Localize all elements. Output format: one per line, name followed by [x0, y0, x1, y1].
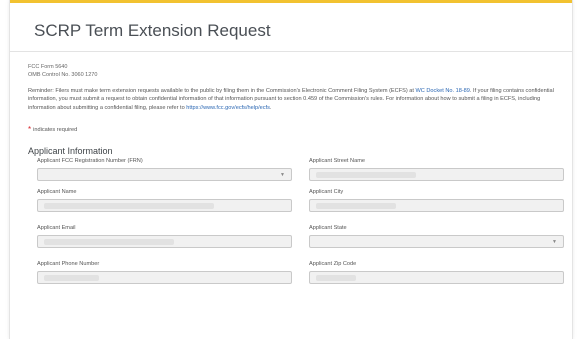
- street-label: Applicant Street Name: [309, 158, 365, 165]
- form-number: FCC Form 5640: [28, 64, 68, 70]
- chevron-down-icon: ▼: [280, 172, 285, 179]
- email-label: Applicant Email: [37, 225, 76, 232]
- name-input[interactable]: [37, 199, 292, 213]
- zip-field: Applicant Zip Code: [309, 260, 564, 285]
- required-star: *: [28, 125, 32, 135]
- email-input[interactable]: [37, 235, 292, 249]
- name-label: Applicant Name: [37, 189, 77, 196]
- chevron-down-icon: ▼: [552, 239, 557, 246]
- state-select[interactable]: ▼: [309, 235, 564, 249]
- required-note: * indicates required: [28, 125, 559, 134]
- redacted-value: [316, 275, 356, 282]
- page-header: SCRP Term Extension Request: [10, 3, 572, 52]
- reminder-text: Reminder: Filers must make term extensio…: [28, 87, 559, 112]
- frn-select[interactable]: ▼: [37, 168, 292, 182]
- city-input[interactable]: [309, 199, 564, 213]
- city-field: Applicant City: [309, 188, 564, 213]
- ecfs-help-link[interactable]: https://www.fcc.gov/ecfs/help/ecfs: [186, 105, 270, 111]
- phone-input[interactable]: [37, 271, 292, 285]
- form-page: SCRP Term Extension Request FCC Form 564…: [9, 0, 573, 339]
- required-note-text: indicates required: [33, 127, 78, 134]
- email-field: Applicant Email: [37, 224, 292, 249]
- redacted-value: [44, 275, 99, 282]
- form-body: FCC Form 5640 OMB Control No. 3060 1270 …: [10, 52, 572, 156]
- frn-label: Applicant FCC Registration Number (FRN): [37, 158, 143, 165]
- redacted-value: [44, 239, 174, 246]
- redacted-value: [316, 172, 416, 179]
- page-title: SCRP Term Extension Request: [34, 21, 271, 40]
- phone-field: Applicant Phone Number: [37, 260, 292, 285]
- zip-input[interactable]: [309, 271, 564, 285]
- section-title: Applicant Information: [28, 146, 113, 157]
- redacted-value: [316, 203, 396, 210]
- frn-field: Applicant FCC Registration Number (FRN) …: [37, 157, 292, 182]
- state-label: Applicant State: [309, 225, 347, 232]
- name-field: Applicant Name: [37, 188, 292, 213]
- city-label: Applicant City: [309, 189, 344, 196]
- zip-label: Applicant Zip Code: [309, 261, 357, 268]
- omb-number: OMB Control No. 3060 1270: [28, 72, 98, 78]
- reminder-part-1: Reminder: Filers must make term extensio…: [28, 88, 416, 94]
- street-field: Applicant Street Name: [309, 157, 564, 182]
- street-input[interactable]: [309, 168, 564, 182]
- wc-docket-link[interactable]: WC Docket No. 18-89: [416, 88, 470, 94]
- reminder-part-3: .: [269, 104, 272, 111]
- state-field: Applicant State ▼: [309, 224, 564, 249]
- phone-label: Applicant Phone Number: [37, 261, 100, 268]
- redacted-value: [44, 203, 214, 210]
